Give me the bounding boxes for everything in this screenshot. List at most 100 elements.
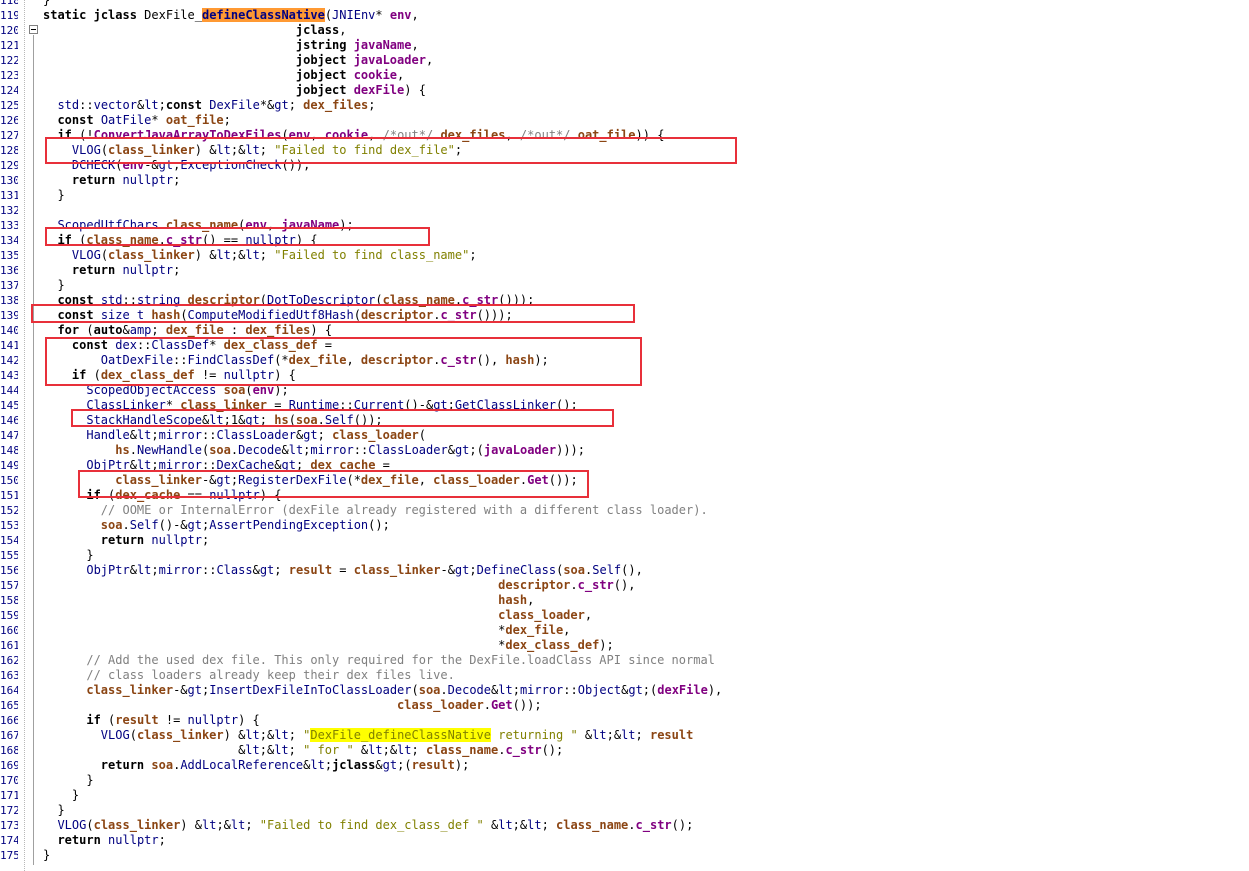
code-line[interactable]: 146 StackHandleScope&lt;1&gt; hs(soa.Sel… <box>0 413 1249 428</box>
code-line[interactable]: 173 VLOG(class_linker) &lt;&lt; "Failed … <box>0 818 1249 833</box>
code-line[interactable]: 131 } <box>0 188 1249 203</box>
code-line[interactable]: 136 return nullptr; <box>0 263 1249 278</box>
code-text: } <box>43 188 65 202</box>
code-line[interactable]: 132 <box>0 203 1249 218</box>
code-line[interactable]: 154 return nullptr; <box>0 533 1249 548</box>
code-line[interactable]: 123 jobject cookie, <box>0 68 1249 83</box>
code-line[interactable]: 157 descriptor.c_str(), <box>0 578 1249 593</box>
code-text: jobject cookie, <box>295 68 405 82</box>
line-number: 154 <box>0 534 18 547</box>
code-text: if (!ConvertJavaArrayToDexFiles(env, coo… <box>57 128 665 142</box>
code-line[interactable]: 155 } <box>0 548 1249 563</box>
fold-toggle-icon[interactable] <box>29 25 38 34</box>
code-text: ObjPtr&lt;mirror::DexCache&gt; dex_cache… <box>86 458 390 472</box>
code-line[interactable]: 158 hash, <box>0 593 1249 608</box>
line-number: 135 <box>0 249 18 262</box>
code-line[interactable]: 122 jobject javaLoader, <box>0 53 1249 68</box>
line-number: 149 <box>0 459 18 472</box>
code-text: // class loaders already keep their dex … <box>86 668 455 682</box>
line-number: 140 <box>0 324 18 337</box>
code-line[interactable]: 135 VLOG(class_linker) &lt;&lt; "Failed … <box>0 248 1249 263</box>
code-line[interactable]: 133 ScopedUtfChars class_name(env, javaN… <box>0 218 1249 233</box>
line-number: 131 <box>0 189 18 202</box>
code-line[interactable]: 127 if (!ConvertJavaArrayToDexFiles(env,… <box>0 128 1249 143</box>
code-text: std::vector&lt;const DexFile*&gt; dex_fi… <box>57 98 376 112</box>
code-line[interactable]: 164 class_linker-&gt;InsertDexFileInToCl… <box>0 683 1249 698</box>
line-number: 148 <box>0 444 18 457</box>
code-line[interactable]: 152 // OOME or InternalError (dexFile al… <box>0 503 1249 518</box>
code-line[interactable]: 139 const size_t hash(ComputeModifiedUtf… <box>0 308 1249 323</box>
line-number: 172 <box>0 804 18 817</box>
code-line[interactable]: 140 for (auto&amp; dex_file : dex_files)… <box>0 323 1249 338</box>
line-number: 145 <box>0 399 18 412</box>
code-line[interactable]: 124 jobject dexFile) { <box>0 83 1249 98</box>
code-line[interactable]: 125 std::vector&lt;const DexFile*&gt; de… <box>0 98 1249 113</box>
code-text: descriptor.c_str(), <box>498 578 636 592</box>
code-line[interactable]: 141 const dex::ClassDef* dex_class_def = <box>0 338 1249 353</box>
code-text: return soa.AddLocalReference&lt;jclass&g… <box>100 758 470 772</box>
line-number: 137 <box>0 279 18 292</box>
code-line[interactable]: 126 const OatFile* oat_file; <box>0 113 1249 128</box>
code-text: VLOG(class_linker) &lt;&lt; "Failed to f… <box>71 248 477 262</box>
line-number: 125 <box>0 99 18 112</box>
line-number: 119 <box>0 9 18 22</box>
code-line[interactable]: 170 } <box>0 773 1249 788</box>
code-line[interactable]: 129 DCHECK(env-&gt;ExceptionCheck()); <box>0 158 1249 173</box>
code-text: class_loader, <box>498 608 593 622</box>
code-text: ScopedObjectAccess soa(env); <box>86 383 289 397</box>
code-line[interactable]: 145 ClassLinker* class_linker = Runtime:… <box>0 398 1249 413</box>
code-line[interactable]: 168 &lt;&lt; " for " &lt;&lt; class_name… <box>0 743 1249 758</box>
code-line[interactable]: 121 jstring javaName, <box>0 38 1249 53</box>
code-line[interactable]: 148 hs.NewHandle(soa.Decode&lt;mirror::C… <box>0 443 1249 458</box>
code-text: return nullptr; <box>100 533 210 547</box>
line-number: 168 <box>0 744 18 757</box>
code-line[interactable]: 150 class_linker-&gt;RegisterDexFile(*de… <box>0 473 1249 488</box>
line-number: 173 <box>0 819 18 832</box>
code-line[interactable]: 174 return nullptr; <box>0 833 1249 848</box>
code-line[interactable]: 118} <box>0 0 1249 8</box>
code-line[interactable]: 119 static jclass DexFile_defineClassNati… <box>0 8 1249 23</box>
code-line[interactable]: 138 const std::string descriptor(DotToDe… <box>0 293 1249 308</box>
code-line[interactable]: 171 } <box>0 788 1249 803</box>
code-line[interactable]: 160 *dex_file, <box>0 623 1249 638</box>
code-line[interactable]: 169 return soa.AddLocalReference&lt;jcla… <box>0 758 1249 773</box>
code-line[interactable]: 165 class_loader.Get()); <box>0 698 1249 713</box>
line-number: 157 <box>0 579 18 592</box>
code-line[interactable]: 128 VLOG(class_linker) &lt;&lt; "Failed … <box>0 143 1249 158</box>
line-number: 146 <box>0 414 18 427</box>
code-line[interactable]: 156 ObjPtr&lt;mirror::Class&gt; result =… <box>0 563 1249 578</box>
code-line[interactable]: 144 ScopedObjectAccess soa(env); <box>0 383 1249 398</box>
code-text: return nullptr; <box>57 833 166 847</box>
code-line[interactable]: 162 // Add the used dex file. This only … <box>0 653 1249 668</box>
code-line[interactable]: 151 if (dex_cache == nullptr) { <box>0 488 1249 503</box>
code-text: jobject dexFile) { <box>295 83 426 97</box>
code-line[interactable]: 153 soa.Self()-&gt;AssertPendingExceptio… <box>0 518 1249 533</box>
code-line[interactable]: 163 // class loaders already keep their … <box>0 668 1249 683</box>
code-line[interactable]: 149 ObjPtr&lt;mirror::DexCache&gt; dex_c… <box>0 458 1249 473</box>
code-text: VLOG(class_linker) &lt;&lt; "Failed to f… <box>57 818 694 832</box>
line-number: 127 <box>0 129 18 142</box>
code-line[interactable]: 137 } <box>0 278 1249 293</box>
code-text: *dex_file, <box>43 623 571 637</box>
line-number: 126 <box>0 114 18 127</box>
line-number: 130 <box>0 174 18 187</box>
code-line[interactable]: 167 VLOG(class_linker) &lt;&lt; "DexFile… <box>0 728 1249 743</box>
code-text: for (auto&amp; dex_file : dex_files) { <box>57 323 333 337</box>
code-editor[interactable]: 118} 119 static jclass DexFile_defineClass… <box>0 0 1249 871</box>
code-line[interactable]: 143 if (dex_class_def != nullptr) { <box>0 368 1249 383</box>
code-line[interactable]: 166 if (result != nullptr) { <box>0 713 1249 728</box>
line-number: 142 <box>0 354 18 367</box>
code-text: return nullptr; <box>71 173 181 187</box>
code-line[interactable]: 130 return nullptr; <box>0 173 1249 188</box>
code-line[interactable]: 120 jclass, <box>0 23 1249 38</box>
code-line[interactable]: 142 OatDexFile::FindClassDef(*dex_file, … <box>0 353 1249 368</box>
code-line[interactable]: 161 *dex_class_def); <box>0 638 1249 653</box>
code-line[interactable]: 147 Handle&lt;mirror::ClassLoader&gt; cl… <box>0 428 1249 443</box>
code-text: class_linker-&gt;RegisterDexFile(*dex_fi… <box>115 473 578 487</box>
code-line[interactable]: 175} <box>0 848 1249 863</box>
code-line[interactable]: 134 if (class_name.c_str() == nullptr) { <box>0 233 1249 248</box>
code-line[interactable]: 172 } <box>0 803 1249 818</box>
code-text: OatDexFile::FindClassDef(*dex_file, desc… <box>100 353 549 367</box>
code-text: class_loader.Get()); <box>397 698 542 712</box>
code-line[interactable]: 159 class_loader, <box>0 608 1249 623</box>
